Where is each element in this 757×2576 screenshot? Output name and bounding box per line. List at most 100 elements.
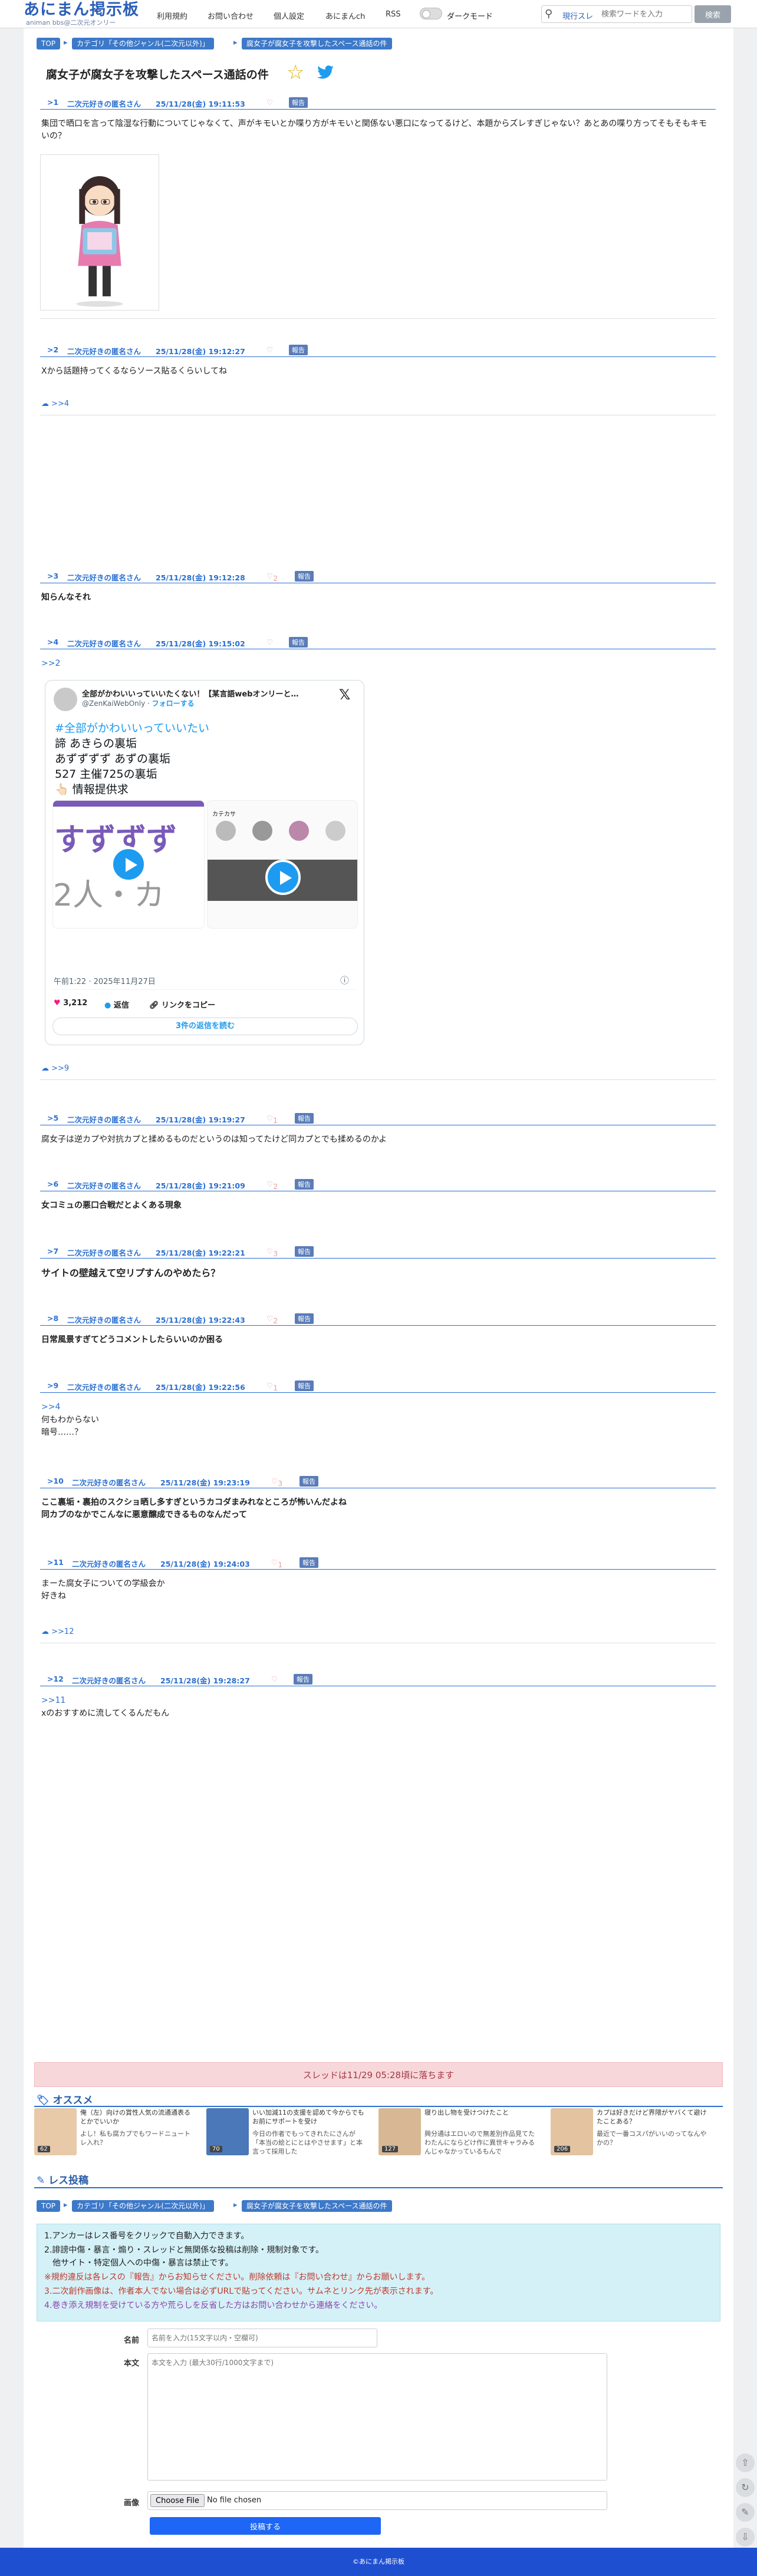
x-logo-icon[interactable]: 𝕏 <box>339 686 350 703</box>
like-heart-icon[interactable]: ♡ <box>266 98 273 107</box>
post-number[interactable]: >10 <box>47 1477 64 1485</box>
recommend-title[interactable]: いい加減11の支援を認めて今からでもお前にサポートを受け <box>252 2108 368 2126</box>
report-button[interactable]: 報告 <box>295 571 314 582</box>
tweet-video-1[interactable]: すずずず 2人・カ <box>52 800 205 929</box>
reload-icon[interactable]: ↻ <box>736 2478 755 2497</box>
choose-file-button[interactable]: Choose File <box>150 2494 205 2507</box>
reply-indicator[interactable]: ☁ >>4 <box>41 399 69 408</box>
like-heart-icon[interactable]: ♡ 2 <box>266 1314 278 1325</box>
breadcrumb-thread[interactable]: 腐女子が腐女子を攻撃したスペース通話の件 <box>242 2200 392 2212</box>
post-attached-illustration[interactable] <box>40 154 159 311</box>
report-button[interactable]: 報告 <box>299 1557 318 1568</box>
post-number[interactable]: >3 <box>47 572 58 580</box>
tweet-reply-button[interactable]: ● 返信 <box>104 999 129 1010</box>
like-heart-icon[interactable]: ♡ <box>271 1675 278 1683</box>
report-button[interactable]: 報告 <box>299 1476 318 1487</box>
post-anchor-link[interactable]: >>11 <box>41 1695 65 1707</box>
post-number[interactable]: >8 <box>47 1314 58 1323</box>
reply-indicator[interactable]: ☁ >>12 <box>41 1627 74 1636</box>
reply-anchor-link[interactable]: >>12 <box>51 1627 74 1636</box>
recommend-title[interactable]: 寝り出し物を受けつけたこと <box>424 2108 540 2117</box>
nav-contact[interactable]: お問い合わせ <box>208 10 254 21</box>
like-heart-icon[interactable]: ♡ 1 <box>266 1114 278 1125</box>
report-button[interactable]: 報告 <box>295 1313 314 1324</box>
post-number[interactable]: >6 <box>47 1180 58 1188</box>
reply-indicator[interactable]: ☁ >>9 <box>41 1064 69 1073</box>
like-heart-icon[interactable]: ♡ <box>266 345 273 354</box>
site-logo[interactable]: あにまん掲示板 <box>24 2 139 18</box>
info-icon[interactable]: ⓘ <box>340 974 349 986</box>
scroll-bottom-icon[interactable]: ⇩ <box>736 2528 755 2547</box>
report-button[interactable]: 報告 <box>295 1246 314 1257</box>
post-number[interactable]: >11 <box>47 1558 64 1567</box>
body-field[interactable] <box>147 2353 607 2481</box>
report-button[interactable]: 報告 <box>294 1674 312 1685</box>
tweet-video-2[interactable]: カテカサ <box>207 800 358 929</box>
report-button[interactable]: 報告 <box>289 345 308 355</box>
tweet-account-name[interactable]: 全部がかわいいっていいたくない！【某言語webオンリーと… <box>82 688 330 699</box>
breadcrumb-category[interactable]: カテゴリ「その他ジャンル(二次元以外)」 <box>72 2200 214 2212</box>
name-field[interactable] <box>147 2329 377 2347</box>
report-button[interactable]: 報告 <box>295 1179 314 1190</box>
like-heart-icon[interactable]: ♡ 3 <box>271 1477 282 1488</box>
tweet-hashtag[interactable]: #全部がかわいいっていいたい <box>55 719 209 735</box>
like-heart-icon[interactable]: ♡ <box>266 638 273 646</box>
post-number[interactable]: >4 <box>47 638 58 646</box>
report-button[interactable]: 報告 <box>295 1381 314 1391</box>
edit-icon[interactable]: ✎ <box>736 2503 755 2522</box>
post-body: 知らんなそれ <box>41 593 91 602</box>
reply-anchor-link[interactable]: >>9 <box>51 1064 69 1073</box>
submit-post-button[interactable]: 投稿する <box>150 2517 381 2535</box>
report-button[interactable]: 報告 <box>289 637 308 648</box>
post-anchor-link[interactable]: >>2 <box>41 658 60 670</box>
post-number[interactable]: >9 <box>47 1381 58 1390</box>
like-heart-icon[interactable]: ♡ 2 <box>266 1180 278 1191</box>
reply-anchor-link[interactable]: >>4 <box>51 399 69 408</box>
nav-rss[interactable]: RSS <box>386 10 401 19</box>
tweet-timestamp[interactable]: 午前1:22 · 2025年11月27日 <box>54 975 156 986</box>
post-number[interactable]: >12 <box>47 1675 64 1683</box>
recommend-item[interactable]: 70 いい加減11の支援を認めて今からでもお前にサポートを受け 今日の作者でもっ… <box>206 2108 370 2159</box>
like-heart-icon[interactable]: ♡ 3 <box>266 1247 278 1258</box>
nav-settings[interactable]: 個人設定 <box>274 10 304 21</box>
dark-mode-toggle[interactable] <box>420 8 442 19</box>
breadcrumb-top[interactable]: TOP <box>37 38 61 49</box>
search-mode-select[interactable]: 現行スレ <box>562 10 593 21</box>
play-icon[interactable] <box>111 847 146 882</box>
post-number[interactable]: >2 <box>47 345 58 354</box>
favorite-star-icon[interactable]: ☆ <box>287 62 304 82</box>
recommend-item[interactable]: 206 カプは好きだけど界隈がヤバくて避けたことある？ 最近で一番コスパがいいの… <box>551 2108 715 2159</box>
post-number[interactable]: >7 <box>47 1247 58 1256</box>
report-button[interactable]: 報告 <box>295 1113 314 1124</box>
tweet-read-replies-button[interactable]: 3件の返信を読む <box>52 1018 358 1035</box>
breadcrumb-top[interactable]: TOP <box>37 2200 61 2212</box>
search-input[interactable] <box>601 8 690 20</box>
site-header: あにまん掲示板 animan bbs@二次元オンリー 利用規約 お問い合わせ 個… <box>0 0 757 28</box>
like-heart-icon[interactable]: ♡ 2 <box>266 572 278 583</box>
like-heart-icon[interactable]: ♡ 1 <box>271 1558 282 1569</box>
nav-terms[interactable]: 利用規約 <box>157 10 187 21</box>
embedded-tweet[interactable]: 全部がかわいいっていいたくない！【某言語webオンリーと… @ZenKaiWeb… <box>45 680 364 1045</box>
search-button[interactable]: 検索 <box>695 5 731 23</box>
post-number[interactable]: >1 <box>47 98 58 107</box>
nav-animanch[interactable]: あにまんch <box>325 10 365 21</box>
tweet-like-count[interactable]: ♥ 3,212 <box>54 999 87 1008</box>
post-number[interactable]: >5 <box>47 1114 58 1122</box>
tweet-avatar[interactable] <box>54 688 77 711</box>
scroll-top-icon[interactable]: ⇧ <box>736 2453 755 2472</box>
report-button[interactable]: 報告 <box>289 97 308 108</box>
recommend-item[interactable]: 127 寝り出し物を受けつけたこと 興分通はエロいので無差別作品見てたわたんにな… <box>378 2108 542 2159</box>
recommend-item[interactable]: 62 俺（左）向けの賞性人気の流通通表るとかでいいか よし！私も腐カプでもワード… <box>34 2108 198 2159</box>
play-icon[interactable] <box>265 860 301 895</box>
section-divider <box>34 2187 723 2188</box>
like-heart-icon[interactable]: ♡ 1 <box>266 1381 278 1392</box>
post-anchor-link[interactable]: >>4 <box>41 1401 60 1414</box>
twitter-share-icon[interactable] <box>315 64 336 81</box>
breadcrumb-thread[interactable]: 腐女子が腐女子を攻撃したスペース通話の件 <box>242 38 392 49</box>
post-author: 二次元好きの匿名さん <box>67 1115 141 1124</box>
tweet-copy-link-button[interactable]: 🔗︎ リンクをコピー <box>149 999 215 1010</box>
recommend-title[interactable]: カプは好きだけど界隈がヤバくて避けたことある？ <box>597 2108 712 2126</box>
tweet-follow-link[interactable]: フォローする <box>152 699 195 708</box>
breadcrumb-category[interactable]: カテゴリ「その他ジャンル(二次元以外)」 <box>72 38 214 49</box>
recommend-title[interactable]: 俺（左）向けの賞性人気の流通通表るとかでいいか <box>80 2108 196 2126</box>
